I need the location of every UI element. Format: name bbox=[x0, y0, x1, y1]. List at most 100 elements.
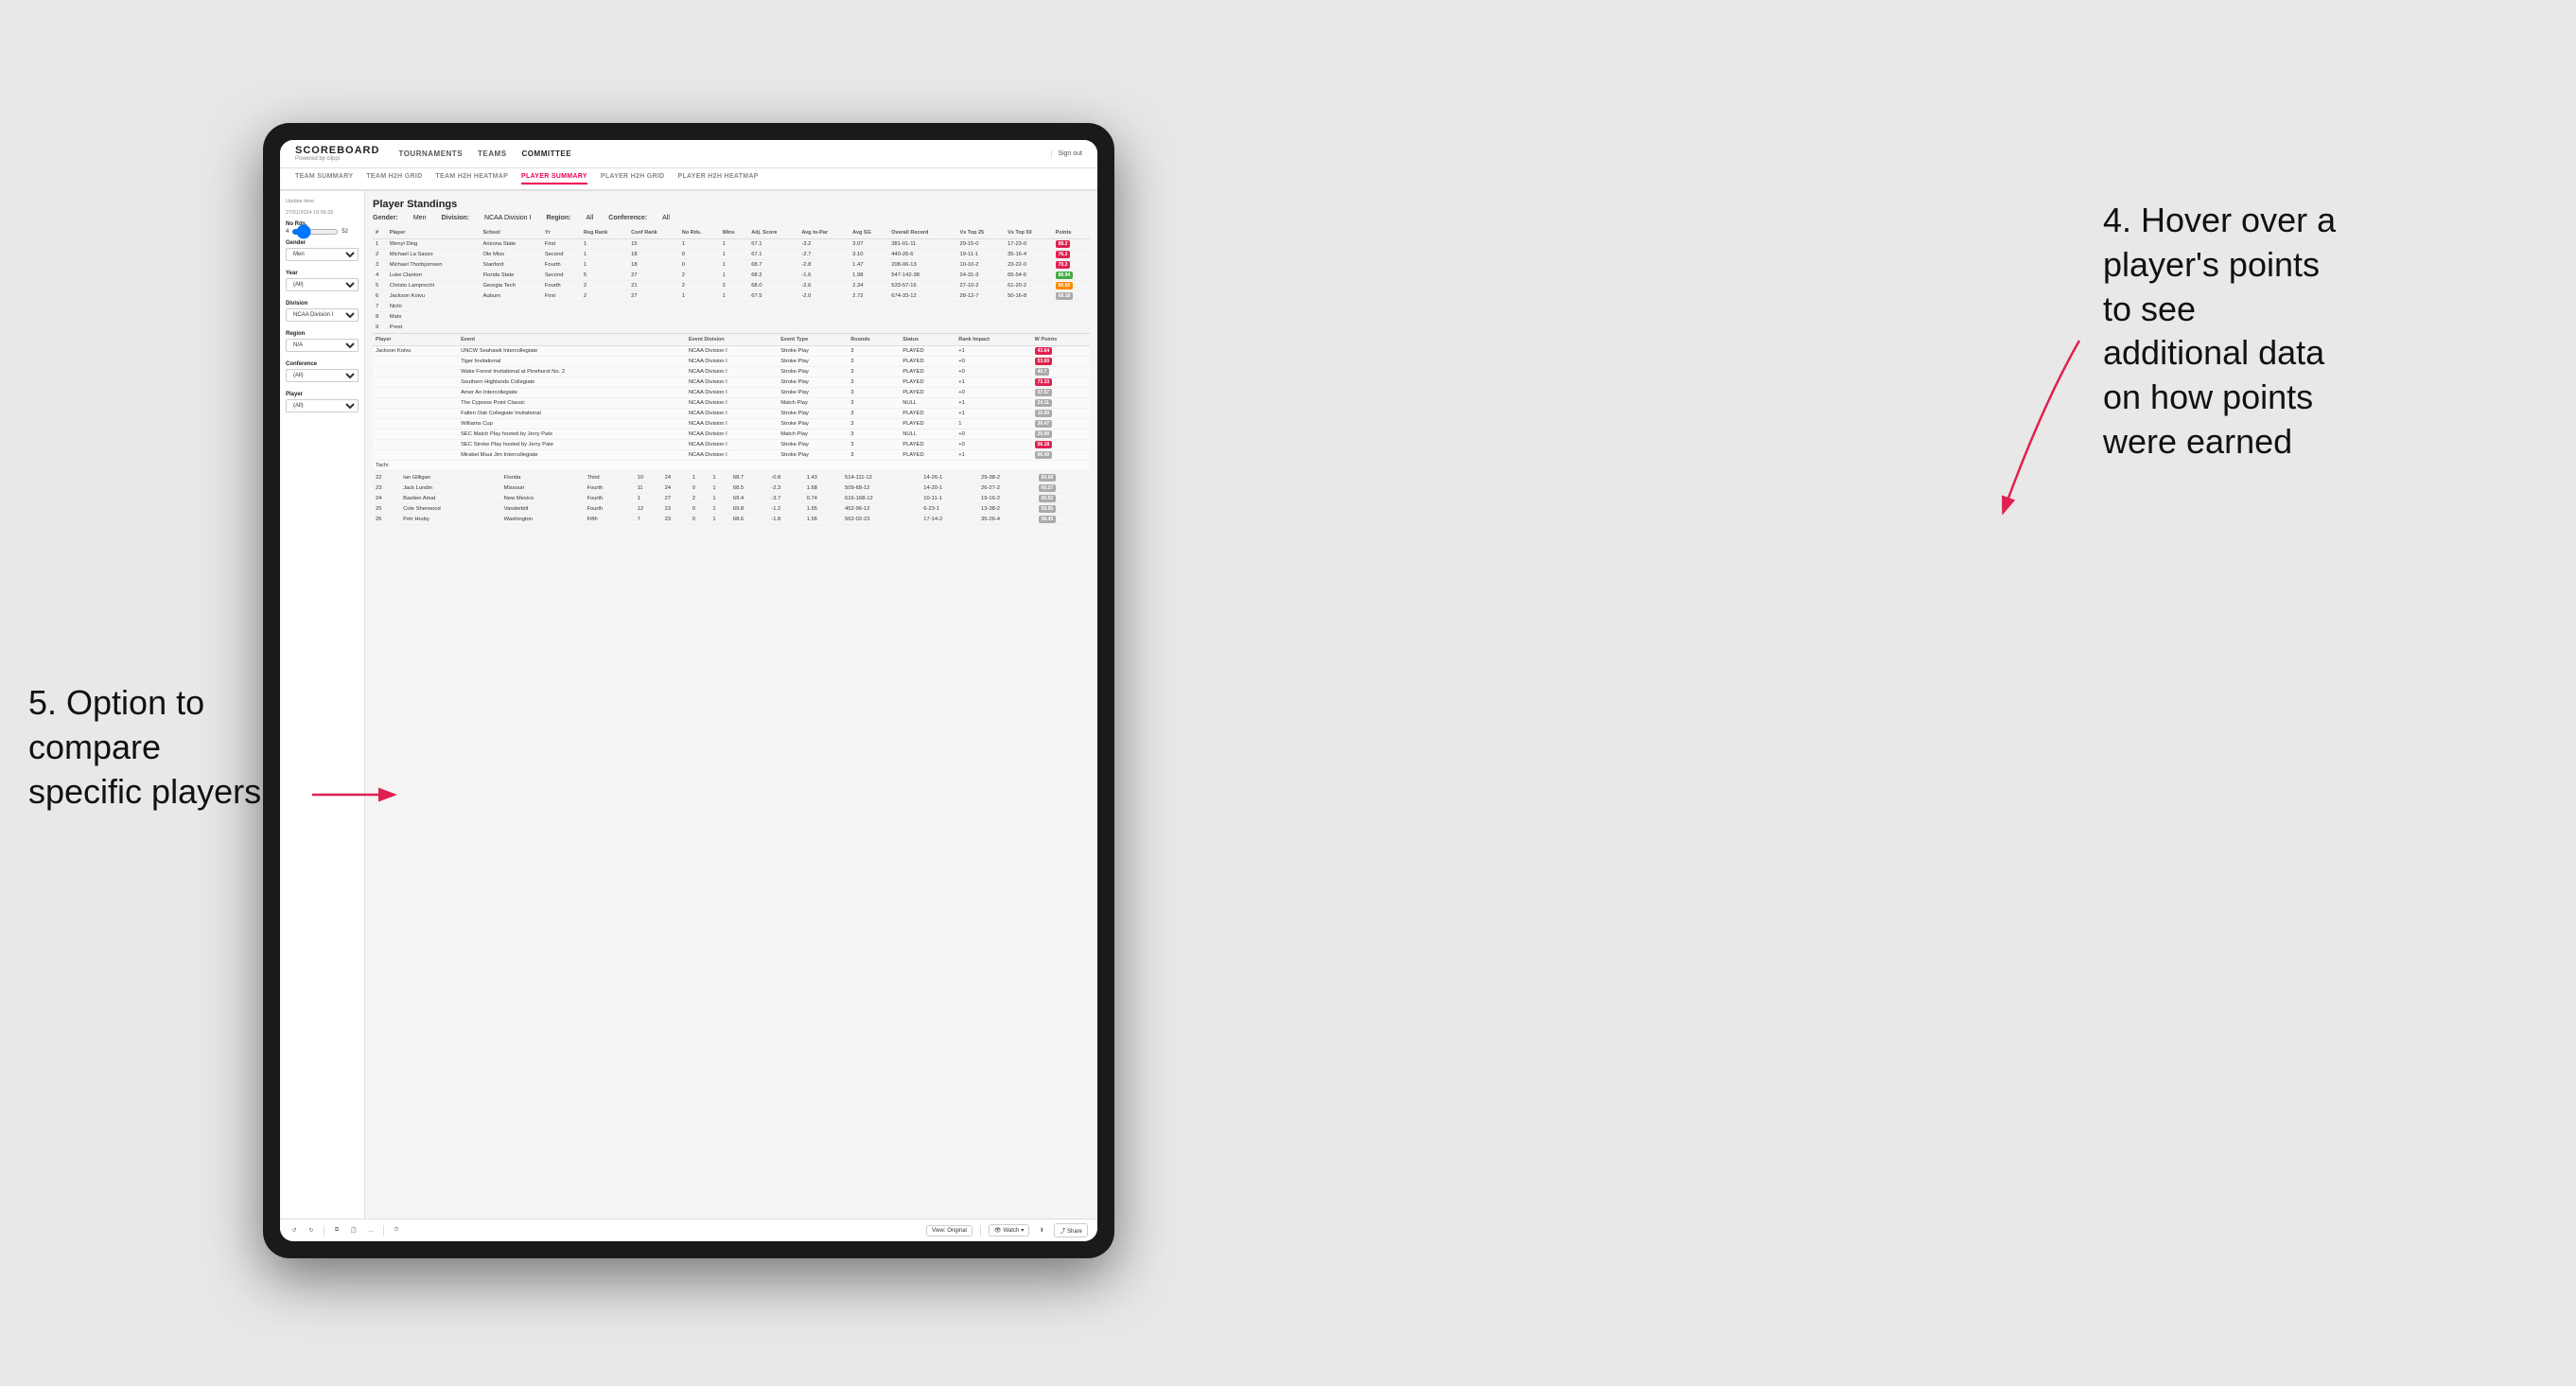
cell-reg-rank bbox=[581, 312, 628, 323]
filter-division-value: NCAA Division I bbox=[484, 215, 531, 221]
cell-reg-rank: 10 bbox=[635, 473, 662, 483]
view-original-button[interactable]: View: Original bbox=[926, 1225, 973, 1237]
cell-school: Vanderbilt bbox=[501, 504, 585, 515]
cell-school: New Mexico bbox=[501, 494, 585, 504]
col-rank: # bbox=[373, 227, 387, 239]
copy-icon[interactable]: ⧉ bbox=[332, 1226, 342, 1236]
table-row[interactable]: 23 Jack Lundin Missouri Fourth 11 24 0 1… bbox=[373, 483, 1090, 494]
cell-vs-top25 bbox=[957, 302, 1006, 312]
redo-icon[interactable]: ↻ bbox=[307, 1226, 316, 1236]
download-icon[interactable]: ⬇ bbox=[1037, 1226, 1046, 1236]
year-select[interactable]: (All) bbox=[286, 278, 359, 291]
conference-select[interactable]: (All) bbox=[286, 369, 359, 382]
cell-adj-score bbox=[748, 312, 798, 323]
cell-points[interactable]: 68.18 bbox=[1053, 291, 1090, 302]
detail-cell-division: NCAA Division I bbox=[686, 377, 778, 388]
table-row[interactable]: 26 Petr Hruby Washington Fifth 7 23 0 1 … bbox=[373, 515, 1090, 525]
cell-avg-sg: 3.10 bbox=[850, 250, 888, 260]
cell-rank: 22 bbox=[373, 473, 400, 483]
detail-col-rank: Rank Impact bbox=[955, 334, 1031, 346]
nav-tournaments[interactable]: TOURNAMENTS bbox=[398, 149, 463, 158]
nav-committee[interactable]: COMMITTEE bbox=[522, 149, 572, 158]
cell-points[interactable]: 60.27 bbox=[1036, 483, 1090, 494]
cell-points[interactable] bbox=[1053, 302, 1090, 312]
cell-points[interactable] bbox=[1053, 312, 1090, 323]
undo-icon[interactable]: ↺ bbox=[289, 1226, 299, 1236]
cell-points[interactable]: 80.09 bbox=[1053, 281, 1090, 291]
more-icon[interactable]: … bbox=[366, 1226, 376, 1236]
tab-team-summary[interactable]: TEAM SUMMARY bbox=[295, 173, 353, 184]
arrow-right-svg bbox=[1985, 331, 2098, 520]
cell-adj-score: 69.8 bbox=[730, 504, 768, 515]
cell-points[interactable]: 70.2 bbox=[1053, 260, 1090, 271]
table-row[interactable]: 4 Luke Clanton Florida State Second 5 27… bbox=[373, 271, 1090, 281]
cell-points[interactable]: 76.2 bbox=[1053, 250, 1090, 260]
nav-teams[interactable]: TEAMS bbox=[478, 149, 507, 158]
no-rds-slider[interactable] bbox=[291, 229, 339, 235]
cell-points[interactable]: 60.02 bbox=[1036, 494, 1090, 504]
cell-to-par: -2.7 bbox=[798, 250, 850, 260]
cell-points[interactable]: 59.95 bbox=[1036, 504, 1090, 515]
tab-player-summary[interactable]: PLAYER SUMMARY bbox=[521, 173, 587, 184]
table-row[interactable]: 5 Christo Lamprecht Georgia Tech Fourth … bbox=[373, 281, 1090, 291]
detail-cell-rank: +0 bbox=[955, 440, 1031, 450]
detail-row: SEC Match Play hosted by Jerry Pate NCAA… bbox=[373, 430, 1090, 440]
tab-team-h2h-heatmap[interactable]: TEAM H2H HEATMAP bbox=[435, 173, 508, 184]
tab-team-h2h-grid[interactable]: TEAM H2H GRID bbox=[366, 173, 422, 184]
watch-chevron: ▾ bbox=[1021, 1227, 1024, 1234]
cell-conf-rank bbox=[628, 312, 679, 323]
detail-cell-event: UNCW Seahawk Intercollegiate bbox=[458, 346, 686, 357]
cell-points[interactable]: 60.68 bbox=[1036, 473, 1090, 483]
division-select[interactable]: NCAA Division I bbox=[286, 308, 359, 322]
cell-record bbox=[888, 312, 956, 323]
cell-yr: Second bbox=[542, 271, 581, 281]
tab-player-h2h-heatmap[interactable]: PLAYER H2H HEATMAP bbox=[678, 173, 759, 184]
cell-points[interactable]: 88.94 bbox=[1053, 271, 1090, 281]
detail-cell-type: Stroke Play bbox=[778, 440, 848, 450]
cell-no-rds: 1 bbox=[679, 291, 720, 302]
cell-yr bbox=[542, 323, 581, 333]
cell-vs-top50 bbox=[1005, 323, 1053, 333]
cell-wins bbox=[720, 312, 749, 323]
table-row[interactable]: 8 Mats bbox=[373, 312, 1090, 323]
table-row[interactable]: 2 Michael La Sasso Ole Miss Second 1 18 … bbox=[373, 250, 1090, 260]
cell-vs-top25: 14-20-1 bbox=[920, 483, 978, 494]
table-row[interactable]: 7 Nichi bbox=[373, 302, 1090, 312]
table-row[interactable]: 9 Prest bbox=[373, 323, 1090, 333]
table-row[interactable]: 1 Wenyi Ding Arizona State First 1 15 1 … bbox=[373, 239, 1090, 250]
detail-cell-rounds: 3 bbox=[848, 409, 900, 419]
sign-out-link[interactable]: Sign out bbox=[1058, 150, 1082, 157]
detail-cell-wpoints: 16.90 bbox=[1032, 409, 1090, 419]
table-row[interactable]: 3 Michael Thorbjornsen Stanford Fourth 1… bbox=[373, 260, 1090, 271]
detail-row: Amer An Intercollegiate NCAA Division I … bbox=[373, 388, 1090, 398]
table-row[interactable]: 25 Cole Sherwood Vanderbilt Fourth 12 23… bbox=[373, 504, 1090, 515]
detail-cell-wpoints bbox=[1032, 461, 1090, 471]
cell-no-rds: 0 bbox=[690, 515, 710, 525]
table-row[interactable]: 24 Bastien Amat New Mexico Fourth 1 27 2… bbox=[373, 494, 1090, 504]
detail-cell-type: Match Play bbox=[778, 398, 848, 409]
paste-icon[interactable]: 📋 bbox=[349, 1226, 359, 1236]
bottom-toolbar: ↺ ↻ ⧉ 📋 … ⏱ View: Original 👁 Watch ▾ ⬇ ⤴… bbox=[280, 1219, 1097, 1241]
detail-cell-status: PLAYED bbox=[900, 440, 955, 450]
cell-points[interactable]: 88.2 bbox=[1053, 239, 1090, 250]
tablet-screen: SCOREBOARD Powered by clippi TOURNAMENTS… bbox=[280, 140, 1097, 1241]
detail-cell-division: NCAA Division I bbox=[686, 419, 778, 430]
cell-points[interactable] bbox=[1053, 323, 1090, 333]
clock-icon[interactable]: ⏱ bbox=[392, 1226, 401, 1236]
detail-cell-division: NCAA Division I bbox=[686, 440, 778, 450]
conference-label: Conference bbox=[286, 361, 359, 367]
share-button[interactable]: ⤴ Share bbox=[1054, 1223, 1088, 1237]
gender-select[interactable]: Men bbox=[286, 248, 359, 261]
watch-button[interactable]: 👁 Watch ▾ bbox=[989, 1224, 1029, 1237]
tab-player-h2h-grid[interactable]: PLAYER H2H GRID bbox=[601, 173, 665, 184]
cell-points[interactable]: 58.49 bbox=[1036, 515, 1090, 525]
player-select[interactable]: (All) bbox=[286, 399, 359, 412]
col-to-par: Avg to-Par bbox=[798, 227, 850, 239]
table-row[interactable]: 22 Ian Gilligan Florida Third 10 24 1 1 … bbox=[373, 473, 1090, 483]
cell-to-par bbox=[798, 312, 850, 323]
cell-adj-score: 67.1 bbox=[748, 250, 798, 260]
cell-to-par: -1.2 bbox=[768, 504, 803, 515]
table-row[interactable]: 6 Jackson Koivu Auburn First 2 27 1 1 67… bbox=[373, 291, 1090, 302]
region-select[interactable]: N/A bbox=[286, 339, 359, 352]
cell-wins: 1 bbox=[710, 494, 730, 504]
